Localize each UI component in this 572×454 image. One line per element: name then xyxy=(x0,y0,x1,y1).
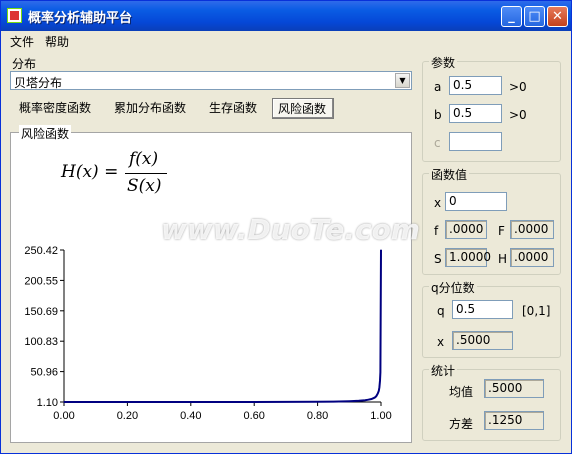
minimize-button[interactable]: _ xyxy=(501,6,522,27)
fv-H-value: .0000 xyxy=(510,248,554,267)
quantile-group: q分位数 q 0.5 [0,1] x .5000 xyxy=(422,279,561,358)
x-tick-label: 0.20 xyxy=(117,410,138,422)
quantile-q-input[interactable]: 0.5 xyxy=(452,300,513,319)
x-tick-label: 0.60 xyxy=(243,410,264,422)
plot-panel: 风险函数 H(x) = f(x) S(x) 1.10 50.96 100.83 150… xyxy=(10,125,412,443)
menu-file[interactable]: 文件 xyxy=(10,33,34,50)
fv-f-value: .0000 xyxy=(445,220,487,239)
hazard-data-point xyxy=(364,399,366,401)
fv-S-value: 1.0000 xyxy=(445,248,491,267)
fv-x-label: x xyxy=(434,196,442,210)
main-window: 概率分析辅助平台 _ □ ✕ 文件 帮助 分布 贝塔分布 ▼ 概率密度函数 累加… xyxy=(0,0,572,454)
hazard-data-point xyxy=(377,392,379,395)
watermark: www.DuoTe.com xyxy=(161,213,420,246)
quantile-title: q分位数 xyxy=(429,279,477,296)
tab-hazard[interactable]: 风险函数 xyxy=(272,98,334,119)
window-title: 概率分析辅助平台 xyxy=(28,11,133,26)
menu-help[interactable]: 帮助 xyxy=(45,33,69,50)
param-a-label: a xyxy=(434,80,442,94)
tab-cdf[interactable]: 累加分布函数 xyxy=(109,98,191,119)
quantile-range: [0,1] xyxy=(522,304,551,318)
quantile-q-label: q xyxy=(437,304,445,318)
distribution-label: 分布 xyxy=(12,57,37,71)
fv-f-label: f xyxy=(434,224,439,238)
title-bar[interactable]: 概率分析辅助平台 _ □ ✕ xyxy=(1,1,571,31)
fv-S-label: S xyxy=(434,252,442,266)
maximize-button[interactable]: □ xyxy=(524,6,545,27)
hazard-data-point xyxy=(253,401,255,403)
x-tick-label: 0.80 xyxy=(307,410,328,422)
hazard-data-point xyxy=(367,399,369,401)
fv-F-value: .0000 xyxy=(510,220,554,239)
hazard-data-point xyxy=(158,401,160,403)
hazard-data-point xyxy=(378,386,381,389)
fv-F-label: F xyxy=(498,224,505,238)
y-tick-label: 150.69 xyxy=(24,306,58,318)
params-group: 参数 a 0.5 >0 b 0.5 >0 c xyxy=(422,54,561,162)
hazard-series-line xyxy=(64,249,382,403)
stats-title: 统计 xyxy=(429,362,458,379)
params-title: 参数 xyxy=(429,54,458,71)
x-tick-label: 0.00 xyxy=(53,410,74,422)
app-icon[interactable] xyxy=(7,8,22,23)
hazard-data-point xyxy=(358,400,360,402)
distribution-select[interactable]: 贝塔分布 ▼ xyxy=(10,71,412,90)
fv-H-label: H xyxy=(498,252,508,266)
hazard-data-point xyxy=(375,395,377,397)
hazard-data-point xyxy=(190,401,192,403)
hazard-data-point xyxy=(378,390,380,392)
distribution-value: 贝塔分布 xyxy=(14,76,63,90)
stats-group: 统计 均值 .5000 方差 .1250 xyxy=(422,362,561,441)
hazard-chart: 1.10 50.96 100.83 150.69 200.55 250.42 0.00 0.2… xyxy=(24,245,391,422)
param-b-label: b xyxy=(434,108,442,122)
hazard-data-point xyxy=(221,401,224,403)
x-tick-label: 0.40 xyxy=(180,410,201,422)
quantile-x-label: x xyxy=(437,335,445,349)
function-values-title: 函数值 xyxy=(429,166,470,183)
hazard-data-point xyxy=(79,401,81,403)
function-values-group: 函数值 x 0 f .0000 F .0000 S 1.0000 H .0000 xyxy=(422,166,561,275)
y-tick-label: 50.96 xyxy=(30,367,58,379)
stats-mean-value: .5000 xyxy=(484,379,544,398)
param-a-constraint: >0 xyxy=(509,80,527,94)
hazard-data-point xyxy=(63,401,65,403)
hazard-data-point xyxy=(332,400,335,403)
y-tick-label: 200.55 xyxy=(24,275,58,287)
menu-bar: 文件 帮助 xyxy=(1,31,571,50)
y-tick-label: 1.10 xyxy=(37,397,58,409)
stats-mean-label: 均值 xyxy=(449,385,474,399)
close-button[interactable]: ✕ xyxy=(547,6,568,27)
y-tick-label: 250.42 xyxy=(24,245,58,257)
param-c-label: c xyxy=(434,136,441,150)
hazard-data-point xyxy=(379,371,381,373)
hazard-data-point xyxy=(126,401,128,403)
hazard-data-point xyxy=(285,401,287,403)
hazard-data-point xyxy=(95,401,97,403)
x-tick-label: 1.00 xyxy=(370,410,391,422)
chevron-down-icon[interactable]: ▼ xyxy=(395,73,410,88)
param-c-input[interactable] xyxy=(449,132,502,151)
hazard-data-point xyxy=(379,380,381,382)
stats-var-label: 方差 xyxy=(449,417,474,431)
param-a-input[interactable]: 0.5 xyxy=(449,76,502,95)
hazard-data-point xyxy=(370,398,373,400)
hazard-data-point xyxy=(374,397,376,399)
hazard-data-point xyxy=(69,401,71,403)
quantile-x-value: .5000 xyxy=(452,331,513,350)
hazard-data-point xyxy=(380,249,382,251)
fv-x-input[interactable]: 0 xyxy=(445,192,507,211)
tab-pdf[interactable]: 概率密度函数 xyxy=(14,98,96,119)
param-b-constraint: >0 xyxy=(509,108,527,122)
tab-survival[interactable]: 生存函数 xyxy=(204,98,262,119)
hazard-data-point xyxy=(317,401,319,403)
stats-var-value: .1250 xyxy=(484,411,544,430)
y-tick-label: 100.83 xyxy=(24,336,58,348)
param-b-input[interactable]: 0.5 xyxy=(449,104,502,123)
hazard-data-point xyxy=(348,400,350,402)
